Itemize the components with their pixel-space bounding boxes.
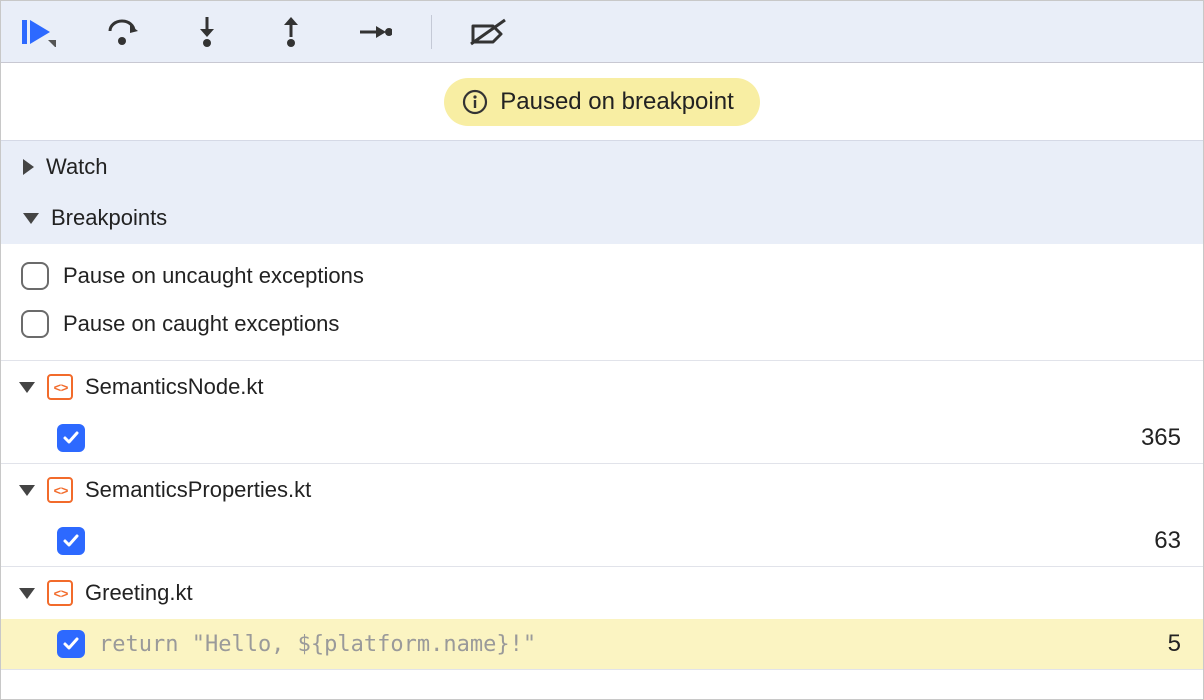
deactivate-breakpoints-button[interactable] (468, 12, 508, 52)
step-into-button[interactable] (187, 12, 227, 52)
checkbox-checked-icon[interactable] (57, 630, 85, 658)
breakpoint-line-number: 63 (1154, 527, 1181, 555)
paused-status-badge: Paused on breakpoint (444, 78, 760, 126)
breakpoint-line-number: 5 (1168, 630, 1181, 658)
file-group-header[interactable]: Greeting.kt (1, 567, 1203, 619)
breakpoint-file-list: SemanticsNode.kt 365 SemanticsProperties.k… (1, 361, 1203, 670)
pause-caught-option[interactable]: Pause on caught exceptions (21, 300, 1183, 348)
file-group-header[interactable]: SemanticsNode.kt (1, 361, 1203, 413)
breakpoint-file-group: SemanticsNode.kt 365 (1, 361, 1203, 464)
step-out-button[interactable] (271, 12, 311, 52)
pause-uncaught-option[interactable]: Pause on uncaught exceptions (21, 252, 1183, 300)
run-to-cursor-button[interactable] (355, 12, 395, 52)
step-over-button[interactable] (103, 12, 143, 52)
pause-caught-label: Pause on caught exceptions (63, 311, 339, 337)
breakpoints-section-title: Breakpoints (51, 205, 167, 231)
breakpoints-section-header[interactable]: Breakpoints (1, 192, 1203, 244)
checkbox-checked-icon[interactable] (57, 424, 85, 452)
breakpoint-row[interactable]: 365 (1, 413, 1203, 463)
file-name: SemanticsNode.kt (85, 374, 264, 400)
checkbox-unchecked-icon[interactable] (21, 310, 49, 338)
kotlin-file-icon (47, 477, 73, 503)
debugger-toolbar (1, 1, 1203, 63)
checkbox-checked-icon[interactable] (57, 527, 85, 555)
file-name: SemanticsProperties.kt (85, 477, 311, 503)
paused-status-text: Paused on breakpoint (500, 88, 734, 116)
info-icon (462, 89, 488, 115)
toolbar-separator (431, 15, 432, 49)
kotlin-file-icon (47, 374, 73, 400)
breakpoint-line-number: 365 (1141, 424, 1181, 452)
breakpoint-file-group: Greeting.kt return "Hello, ${platform.nam… (1, 567, 1203, 670)
file-group-header[interactable]: SemanticsProperties.kt (1, 464, 1203, 516)
breakpoint-row[interactable]: 63 (1, 516, 1203, 566)
watch-section-header[interactable]: Watch (1, 140, 1203, 192)
chevron-down-icon (23, 213, 39, 224)
breakpoint-options: Pause on uncaught exceptions Pause on ca… (1, 244, 1203, 361)
pause-uncaught-label: Pause on uncaught exceptions (63, 263, 364, 289)
breakpoint-file-group: SemanticsProperties.kt 63 (1, 464, 1203, 567)
chevron-down-icon (19, 382, 35, 393)
breakpoint-row[interactable]: return "Hello, ${platform.name}!" 5 (1, 619, 1203, 669)
file-name: Greeting.kt (85, 580, 193, 606)
resume-button[interactable] (19, 12, 59, 52)
chevron-down-icon (19, 588, 35, 599)
debugger-status-row: Paused on breakpoint (1, 63, 1203, 140)
breakpoint-code-preview: return "Hello, ${platform.name}!" (99, 632, 536, 657)
chevron-down-icon (19, 485, 35, 496)
kotlin-file-icon (47, 580, 73, 606)
watch-section-title: Watch (46, 154, 108, 180)
checkbox-unchecked-icon[interactable] (21, 262, 49, 290)
chevron-right-icon (23, 159, 34, 175)
